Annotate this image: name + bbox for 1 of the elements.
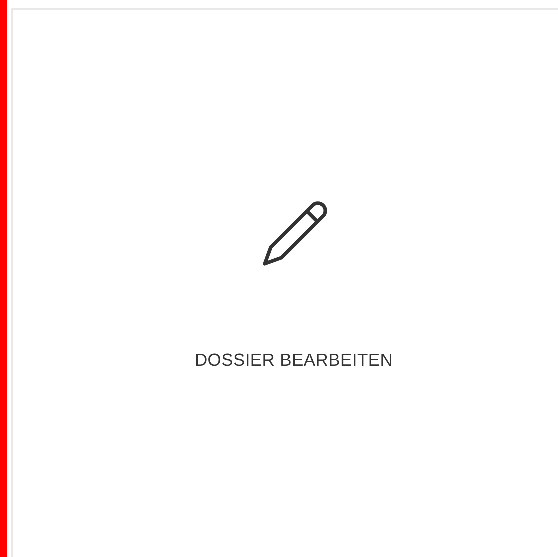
edit-dossier-tile[interactable]: DOSSIER BEARBEITEN: [11, 8, 558, 557]
